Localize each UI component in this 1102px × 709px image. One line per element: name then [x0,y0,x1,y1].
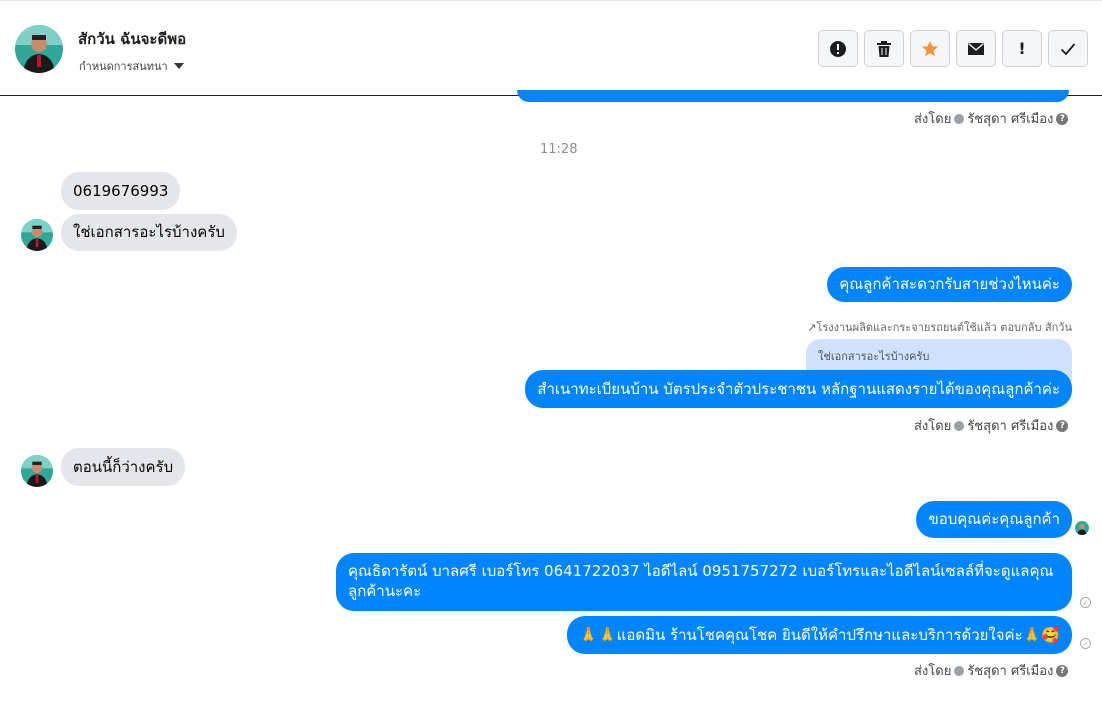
incoming-message[interactable]: 0619676993 [61,172,181,210]
sent-check-icon: ✓ [1080,638,1091,649]
conversation-settings-dropdown[interactable]: กำหนดการสนทนา [79,57,184,75]
agent-status-icon [954,113,965,124]
sent-by-agent: รัชสุดา ศรีเมือง [967,664,1054,679]
agent-status-icon [954,665,965,676]
incoming-message[interactable]: ตอนนี้ก็ว่างครับ [61,448,186,486]
contact-avatar-small[interactable] [21,455,53,487]
help-icon[interactable]: ? [1056,419,1069,432]
mark-done-button[interactable] [1048,30,1088,67]
incoming-message[interactable]: ใช่เอกสารอะไรบ้างครับ [61,214,237,251]
sent-by-prefix: ส่งโดย [914,419,952,434]
alert-circle-icon [830,40,846,57]
exclamation-icon: ! [1018,39,1026,58]
contact-avatar-small[interactable] [21,219,53,251]
header-toolbar: ! [818,30,1088,67]
trash-icon [877,40,891,57]
outgoing-message[interactable]: คุณลูกค้าสะดวกรับสายช่วงไหนค่ะ [827,267,1072,302]
mail-button[interactable] [956,30,996,67]
sent-by-line: ส่งโดย รัชสุดา ศรีเมือง ? [914,660,1069,681]
message-timestamp: 11:28 [540,142,578,157]
check-icon [1060,42,1076,55]
star-icon [922,40,938,56]
alert-button[interactable] [818,30,858,67]
outgoing-message[interactable]: 🙏🙏แอดมิน ร้านโชคคุณโชค ยินดีให้คำปรึกษาแ… [567,616,1072,654]
mark-important-button[interactable]: ! [1002,30,1042,67]
conversation-settings-label: กำหนดการสนทนา [79,60,168,73]
message-line: ลูกค้านะคะ [348,582,422,600]
sent-by-agent: รัชสุดา ศรีเมือง [967,112,1054,127]
message-line: คุณธิดารัตน์ บาลศรี เบอร์โทร 0641722037 … [348,562,1054,580]
mail-icon [968,42,984,55]
caret-down-icon [173,63,184,69]
sent-by-agent: รัชสุดา ศรีเมือง [967,419,1054,434]
outgoing-message[interactable]: ขอบคุณค่ะคุณลูกค้า [916,501,1072,538]
outgoing-message[interactable]: สำเนาทะเบียนบ้าน บัตรประจำตัวประชาชน หลั… [525,370,1072,408]
previous-message-bubble [517,90,1069,102]
contact-avatar[interactable] [15,25,63,73]
sent-by-prefix: ส่งโดย [914,664,952,679]
contact-name: สักวัน ฉันจะดีพอ [78,30,187,48]
reply-context-note: ↗โรงงานผลิตและกระจายรถยนต์ใช้แล้ว ตอบกลั… [807,321,1072,334]
sent-check-icon: ✓ [1080,597,1091,608]
help-icon[interactable]: ? [1056,664,1069,677]
outgoing-message[interactable]: คุณธิดารัตน์ บาลศรี เบอร์โทร 0641722037 … [336,553,1072,611]
delete-button[interactable] [864,30,904,67]
help-icon[interactable]: ? [1056,112,1069,125]
sent-by-line: ส่งโดย รัชสุดา ศรีเมือง ? [914,108,1069,129]
sent-by-line: ส่งโดย รัชสุดา ศรีเมือง ? [914,415,1069,436]
conversation-header: สักวัน ฉันจะดีพอ กำหนดการสนทนา ! [0,0,1102,96]
agent-status-icon [954,420,965,431]
sent-by-prefix: ส่งโดย [914,112,952,127]
read-receipt-avatar [1075,521,1089,535]
star-button[interactable] [910,30,950,67]
